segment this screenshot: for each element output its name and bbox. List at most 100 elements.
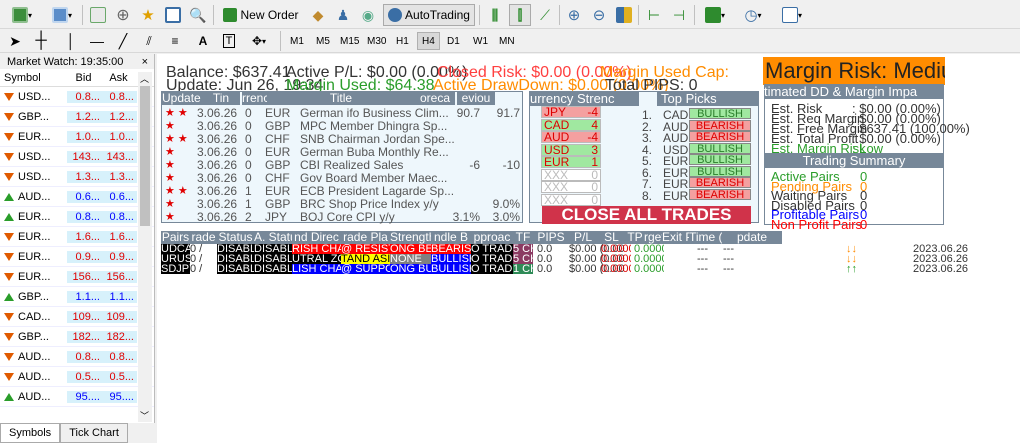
col-ask[interactable]: Ask xyxy=(103,72,137,84)
market-watch-row[interactable]: AUD... 0.5... 0.5... xyxy=(0,367,154,387)
periods-button[interactable]: ◷ ▾ xyxy=(736,4,770,26)
news-time: 0 xyxy=(245,106,252,120)
horizontal-line-button[interactable]: — xyxy=(86,30,108,52)
market-watch-row[interactable]: EUR... 1.6... 1.6... xyxy=(0,227,154,247)
vertical-line-button[interactable]: │ xyxy=(60,30,82,52)
market-watch-row[interactable]: USD... 143... 143... xyxy=(0,147,154,167)
trendline-button[interactable]: ╱ xyxy=(112,30,134,52)
market-watch-row[interactable]: USD... 1.3... 1.3... xyxy=(0,167,154,187)
timeframe-m30[interactable]: M30 xyxy=(363,32,390,50)
autoscroll-button[interactable]: ⊣ xyxy=(668,4,690,26)
market-watch-row[interactable]: EUR... 1.0... 1.0... xyxy=(0,127,154,147)
symbol-cell: EUR... xyxy=(0,271,67,283)
profiles-icon xyxy=(51,7,68,23)
col-symbol[interactable]: Symbol xyxy=(0,72,67,84)
text-button[interactable]: A xyxy=(192,30,214,52)
timeframe-m15[interactable]: M15 xyxy=(336,32,363,50)
users-button[interactable]: ♟ xyxy=(332,4,354,26)
indicators-button[interactable]: ▾ xyxy=(698,4,732,26)
pair-trade-plan: @ RESISTA xyxy=(341,244,390,254)
timeframe-m1[interactable]: M1 xyxy=(286,32,308,50)
scrollbar-thumb[interactable] xyxy=(140,86,150,226)
news-stars: ★ xyxy=(165,146,175,158)
pair-col-header: TF xyxy=(513,231,533,244)
zoom-out-button[interactable]: ⊖ xyxy=(588,4,610,26)
zoom-in-button[interactable]: ⊕ xyxy=(563,4,585,26)
market-watch-row[interactable]: EUR... 156... 156... xyxy=(0,267,154,287)
market-watch-row[interactable]: AUD... 0.8... 0.8... xyxy=(0,347,154,367)
market-watch-scrollbar[interactable]: ︿ ﹀ xyxy=(138,72,152,422)
strategy-tester-button[interactable]: 🔍 xyxy=(187,4,209,26)
favorites-button[interactable]: ★ xyxy=(137,4,159,26)
bar-chart-button[interactable]: ⫼ xyxy=(484,4,506,26)
horizontal-line-icon: — xyxy=(90,33,104,49)
timeframe-w1[interactable]: W1 xyxy=(469,32,492,50)
market-watch-row[interactable]: GBP... 1.2... 1.2... xyxy=(0,107,154,127)
market-watch-row[interactable]: EUR... 0.8... 0.8... xyxy=(0,207,154,227)
bid-cell: 0.9... xyxy=(67,250,103,263)
crosshair-button[interactable]: ┼ xyxy=(30,30,52,52)
autotrading-button[interactable]: AutoTrading xyxy=(383,4,475,26)
symbol-cell: EUR... xyxy=(0,231,67,243)
market-watch-row[interactable]: GBP... 1.1... 1.1... xyxy=(0,287,154,307)
scroll-up-icon[interactable]: ︿ xyxy=(140,72,149,85)
tab-tick-chart[interactable]: Tick Chart xyxy=(60,423,128,443)
new-chart-button[interactable]: ▾ xyxy=(4,4,40,26)
terminal-button[interactable] xyxy=(162,4,184,26)
templates-icon xyxy=(781,7,798,23)
ask-cell: 95.... xyxy=(103,390,137,403)
fibonacci-button[interactable]: ≡ xyxy=(164,30,186,52)
ask-cell: 156... xyxy=(103,270,137,283)
close-all-trades-button[interactable]: CLOSE ALL TRADES xyxy=(542,206,751,224)
text-label-button[interactable]: T xyxy=(218,30,240,52)
equidistant-channel-button[interactable]: ⫽ xyxy=(138,30,160,52)
news-forecast: 90.7 xyxy=(456,106,480,120)
trading-summary-header: Trading Summary xyxy=(764,153,944,168)
timeframe-h1[interactable]: H1 xyxy=(392,32,413,50)
candlestick-button[interactable]: ⫿ xyxy=(509,4,531,26)
tile-windows-button[interactable] xyxy=(613,4,635,26)
signals-button[interactable]: ◉ xyxy=(357,4,379,26)
strength-item: JPY -4 xyxy=(541,106,601,118)
tab-symbols[interactable]: Symbols xyxy=(0,423,61,443)
scroll-down-icon[interactable]: ﹀ xyxy=(140,409,149,422)
market-watch-row[interactable]: EUR... 0.9... 0.9... xyxy=(0,247,154,267)
bid-cell: 95.... xyxy=(67,390,103,403)
templates-button[interactable]: ▾ xyxy=(775,4,809,26)
line-chart-button[interactable]: ⟋ xyxy=(534,4,556,26)
magnifier-chart-icon: 🔍 xyxy=(189,6,207,23)
timeframe-mn[interactable]: MN xyxy=(495,32,519,50)
cursor-button[interactable]: ➤ xyxy=(4,30,26,52)
pair-trade-plan: TAND ASID xyxy=(341,254,390,264)
market-watch-button[interactable] xyxy=(87,4,109,26)
new-order-button[interactable]: New Order xyxy=(218,4,304,26)
pair-exit: --- xyxy=(723,244,743,254)
chart-shift-button[interactable]: ⊢ xyxy=(643,4,665,26)
news-currency: CHF xyxy=(265,132,290,146)
pair-auto-status: DISABLE xyxy=(254,244,292,254)
arrows-button[interactable]: ✥ ▾ xyxy=(244,30,274,52)
profiles-button[interactable]: ▾ xyxy=(44,4,80,26)
pair-sl: 0.00000 xyxy=(601,254,631,264)
pair-col-header: Pairs xyxy=(161,231,190,244)
market-watch-row[interactable]: GBP... 182... 182... xyxy=(0,327,154,347)
experts-button[interactable]: ◆ xyxy=(307,4,329,26)
timeframe-m5[interactable]: M5 xyxy=(312,32,334,50)
navigator-button[interactable]: ⊕ xyxy=(112,4,134,26)
close-icon[interactable]: × xyxy=(142,56,148,68)
bid-cell: 1.1... xyxy=(67,290,103,303)
arrow-down-icon xyxy=(4,172,14,181)
market-watch-row[interactable]: USD... 0.8... 0.8... xyxy=(0,87,154,107)
market-watch-row[interactable]: AUD... 0.6... 0.6... xyxy=(0,187,154,207)
chart-window[interactable]: Balance: $637.41 Active P/L: $0.00 (0.00… xyxy=(157,54,1020,443)
pick-rank: 8. xyxy=(642,188,653,203)
timeframe-h4[interactable]: H4 xyxy=(417,32,440,50)
ask-cell: 143... xyxy=(103,150,137,163)
pick-signal: BULLISH xyxy=(689,154,751,166)
market-watch-row[interactable]: CAD... 109... 109... xyxy=(0,307,154,327)
symbol-name: AUD... xyxy=(18,350,51,363)
symbol-cell: CAD... xyxy=(0,311,67,323)
timeframe-d1[interactable]: D1 xyxy=(443,32,464,50)
col-bid[interactable]: Bid xyxy=(67,72,103,84)
market-watch-row[interactable]: AUD... 95.... 95.... xyxy=(0,387,154,407)
